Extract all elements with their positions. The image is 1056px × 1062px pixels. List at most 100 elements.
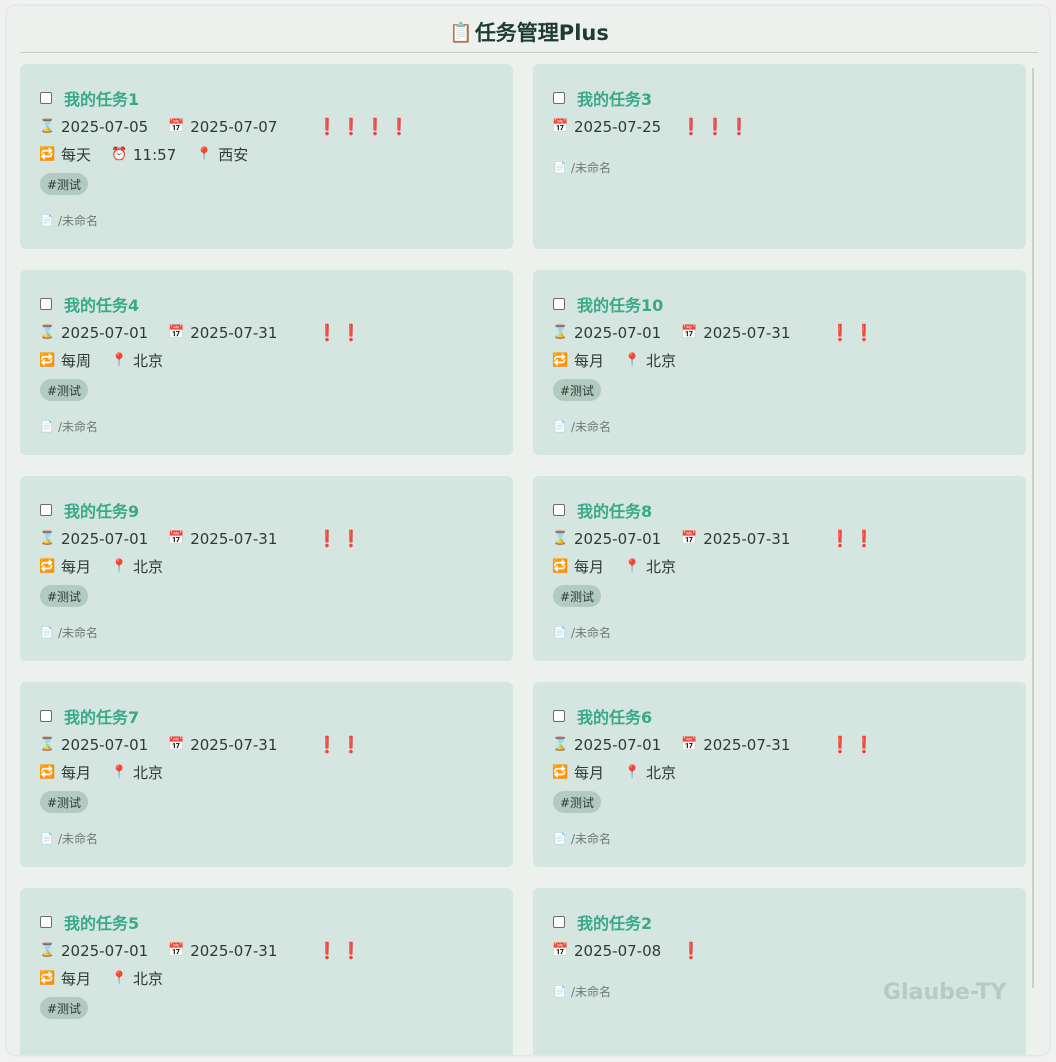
- tag-badge[interactable]: #测试: [553, 791, 602, 813]
- repeat-value: 每月: [574, 764, 605, 782]
- tag-badge[interactable]: #测试: [40, 997, 89, 1019]
- due-date: 2025-07-31: [703, 323, 791, 342]
- file-link[interactable]: 📄 /未命名: [40, 212, 98, 229]
- tag-badge[interactable]: #测试: [40, 791, 89, 813]
- task-title[interactable]: 我的任务5: [64, 910, 139, 934]
- tag-badge[interactable]: #测试: [553, 379, 602, 401]
- start-date: 2025-07-01: [61, 323, 149, 342]
- file-link[interactable]: 📄 /未命名: [40, 830, 98, 847]
- calendar-icon: 📅: [168, 737, 185, 752]
- task-title[interactable]: 我的任务4: [64, 292, 139, 316]
- task-title[interactable]: 我的任务1: [64, 86, 139, 110]
- location: 北京: [646, 558, 677, 576]
- task-checkbox[interactable]: [553, 504, 565, 516]
- location-pin-icon: 📍: [196, 147, 213, 162]
- due-date: 2025-07-31: [703, 735, 791, 754]
- task-checkbox[interactable]: [40, 916, 52, 928]
- file-path: /未命名: [571, 626, 612, 640]
- alarm-clock-icon: ⏰: [111, 147, 128, 162]
- task-title[interactable]: 我的任务2: [577, 910, 652, 934]
- priority-indicator: ❗❗: [317, 941, 366, 960]
- document-icon: 📄: [553, 832, 567, 845]
- page-title-text: 任务管理Plus: [474, 21, 609, 45]
- hourglass-icon: ⌛: [39, 119, 56, 134]
- document-icon: 📄: [553, 985, 567, 998]
- file-link[interactable]: 📄 /未命名: [553, 983, 611, 1000]
- repeat-value: 每月: [574, 558, 605, 576]
- repeat-icon: 🔁: [552, 353, 569, 368]
- file-path: /未命名: [58, 832, 99, 846]
- task-card: 我的任务5 ⌛ 2025-07-01 📅 2025-07-31 ❗❗ 🔁 每月 …: [20, 888, 513, 1055]
- file-link[interactable]: 📄 /未命名: [553, 418, 611, 435]
- tag-badge[interactable]: #测试: [40, 173, 89, 195]
- document-icon: 📄: [553, 420, 567, 433]
- file-link[interactable]: 📄 /未命名: [40, 418, 98, 435]
- start-date: 2025-07-05: [61, 117, 149, 136]
- file-link[interactable]: 📄 /未命名: [553, 830, 611, 847]
- document-icon: 📄: [40, 214, 54, 227]
- file-link[interactable]: 📄 /未命名: [553, 159, 611, 176]
- priority-indicator: ❗❗❗❗: [317, 117, 414, 136]
- file-path: /未命名: [571, 832, 612, 846]
- calendar-icon: 📅: [552, 943, 569, 958]
- calendar-icon: 📅: [681, 531, 698, 546]
- due-date: 2025-07-31: [190, 735, 278, 754]
- hourglass-icon: ⌛: [39, 737, 56, 752]
- priority-indicator: ❗❗: [317, 735, 366, 754]
- task-checkbox[interactable]: [553, 298, 565, 310]
- location: 北京: [133, 352, 164, 370]
- task-checkbox[interactable]: [40, 298, 52, 310]
- document-icon: 📄: [40, 832, 54, 845]
- file-path: /未命名: [58, 214, 99, 228]
- start-date: 2025-07-01: [574, 529, 662, 548]
- tag-badge[interactable]: #测试: [553, 585, 602, 607]
- location-pin-icon: 📍: [624, 559, 641, 574]
- task-checkbox[interactable]: [553, 916, 565, 928]
- repeat-icon: 🔁: [39, 971, 56, 986]
- task-title[interactable]: 我的任务10: [577, 292, 663, 316]
- task-checkbox[interactable]: [40, 710, 52, 722]
- header: 📋 任务管理Plus: [20, 6, 1038, 53]
- scrollbar[interactable]: [1032, 68, 1034, 988]
- calendar-icon: 📅: [168, 119, 185, 134]
- repeat-value: 每天: [61, 146, 92, 164]
- tag-badge[interactable]: #测试: [40, 379, 89, 401]
- task-checkbox[interactable]: [40, 92, 52, 104]
- task-checkbox[interactable]: [553, 710, 565, 722]
- priority-indicator: ❗❗: [317, 323, 366, 342]
- task-title[interactable]: 我的任务9: [64, 498, 139, 522]
- task-card: 我的任务10 ⌛ 2025-07-01 📅 2025-07-31 ❗❗ 🔁 每月…: [533, 270, 1026, 455]
- priority-indicator: ❗❗❗: [681, 117, 753, 136]
- file-link[interactable]: 📄 /未命名: [553, 624, 611, 641]
- watermark: Glaube-TY: [883, 980, 1007, 1005]
- due-date: 2025-07-31: [703, 529, 791, 548]
- priority-indicator: ❗❗: [830, 735, 879, 754]
- priority-indicator: ❗❗: [317, 529, 366, 548]
- reminder-time: 11:57: [133, 145, 177, 164]
- location-pin-icon: 📍: [111, 971, 128, 986]
- clipboard-icon: 📋: [449, 21, 473, 44]
- task-title[interactable]: 我的任务7: [64, 704, 139, 728]
- task-checkbox[interactable]: [40, 504, 52, 516]
- task-title[interactable]: 我的任务6: [577, 704, 652, 728]
- due-date: 2025-07-25: [574, 117, 662, 136]
- task-title[interactable]: 我的任务8: [577, 498, 652, 522]
- location: 北京: [133, 558, 164, 576]
- file-link[interactable]: 📄 /未命名: [40, 624, 98, 641]
- due-date: 2025-07-31: [190, 323, 278, 342]
- task-checkbox[interactable]: [553, 92, 565, 104]
- due-date: 2025-07-31: [190, 941, 278, 960]
- task-title[interactable]: 我的任务3: [577, 86, 652, 110]
- tag-badge[interactable]: #测试: [40, 585, 89, 607]
- calendar-icon: 📅: [681, 325, 698, 340]
- priority-indicator: ❗❗: [830, 323, 879, 342]
- file-path: /未命名: [571, 420, 612, 434]
- start-date: 2025-07-01: [61, 735, 149, 754]
- repeat-icon: 🔁: [39, 147, 56, 162]
- location: 北京: [133, 970, 164, 988]
- location: 西安: [218, 146, 249, 164]
- due-date: 2025-07-08: [574, 941, 662, 960]
- priority-indicator: ❗: [681, 941, 706, 960]
- task-card: 我的任务1 ⌛ 2025-07-05 📅 2025-07-07 ❗❗❗❗ 🔁 每…: [20, 64, 513, 249]
- repeat-icon: 🔁: [552, 765, 569, 780]
